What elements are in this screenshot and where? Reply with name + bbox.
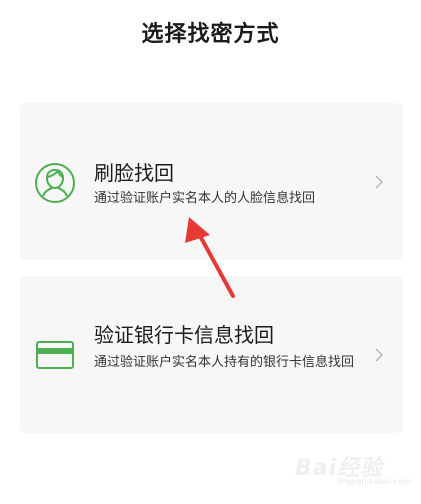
face-recovery-title: 刷脸找回 (94, 161, 174, 185)
watermark-url: jingyan.baidu.com (337, 477, 411, 486)
baidu-watermark-logo: Bai经验 jingyan.baidu.com (295, 444, 415, 486)
bank-card-recovery-option[interactable]: 验证银行卡信息找回 通过验证账户实名本人持有的银行卡信息找回 (20, 276, 403, 433)
chevron-right-icon (375, 348, 384, 362)
page-title: 选择找密方式 (141, 22, 280, 47)
face-recognition-icon (35, 163, 75, 203)
bank-card-recovery-title: 验证银行卡信息找回 (94, 323, 274, 347)
face-recovery-description: 通过验证账户实名本人的人脸信息找回 (94, 191, 316, 206)
chevron-right-icon (375, 175, 384, 189)
bank-card-recovery-description: 通过验证账户实名本人持有的银行卡信息找回 (94, 355, 355, 370)
face-recovery-option[interactable]: 刷脸找回 通过验证账户实名本人的人脸信息找回 (20, 103, 403, 260)
bank-card-icon (36, 341, 74, 369)
